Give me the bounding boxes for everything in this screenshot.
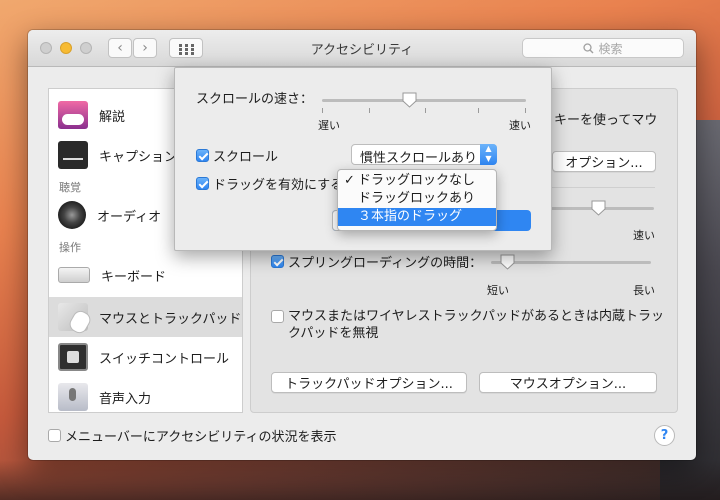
sidebar-item-keyboard[interactable]: キーボード [49, 255, 242, 295]
trackpad-options-button[interactable]: トラックパッドオプション... [271, 372, 467, 393]
menu-item-three-finger-drag[interactable]: ３本指のドラッグ [338, 208, 496, 226]
sidebar-item-switch-control[interactable]: スイッチコントロール [49, 337, 242, 377]
show-status-label: メニューバーにアクセシビリティの状況を表示 [65, 430, 337, 445]
drag-checkbox[interactable] [196, 177, 209, 190]
scroll-mode-popup[interactable]: 慣性スクロールあり ▲ ▼ [351, 144, 497, 166]
mouse-keys-label-partial: キーを使ってマウ [554, 113, 658, 128]
desktop-shadow [0, 460, 720, 500]
sidebar-item-label: 音声入力 [99, 391, 152, 407]
speed-slider-knob[interactable] [591, 200, 606, 216]
search-icon [583, 42, 594, 53]
drag-mode-menu: ✓ ドラッグロックなし ドラッグロックあり ３本指のドラッグ [337, 169, 497, 231]
scroll-speed-track[interactable] [322, 99, 526, 102]
drag-label: ドラッグを有効にする [213, 178, 344, 193]
sidebar-header-hearing: 聴覚 [59, 181, 81, 194]
scroll-checkbox[interactable] [196, 149, 209, 162]
slider-tick [425, 108, 426, 113]
spring-short-label: 短い [487, 284, 509, 297]
scroll-row: スクロール [196, 146, 278, 165]
search-field[interactable]: 検索 [522, 38, 684, 58]
ignore-trackpad-label: マウスまたはワイヤレストラックパッドがあるときは内蔵トラックパッドを無視 [288, 309, 664, 341]
show-status-checkbox[interactable] [48, 429, 61, 442]
menu-item-label: ３本指のドラッグ [358, 209, 463, 224]
drag-row: ドラッグを有効にする [196, 174, 343, 193]
sidebar-item-mouse-trackpad[interactable]: マウスとトラックパッド [49, 297, 242, 337]
spring-loading-label: スプリングローディングの時間： [288, 256, 483, 271]
mouse-options-button[interactable]: マウスオプション... [479, 372, 657, 393]
spring-loading-row: スプリングローディングの時間： [271, 252, 482, 271]
menu-item-label: ドラッグロックなし [358, 173, 476, 188]
sidebar-item-label: キーボード [101, 269, 167, 285]
slider-tick [478, 108, 479, 113]
scroll-label: スクロール [213, 150, 279, 165]
spring-loading-slider-knob[interactable] [500, 254, 515, 270]
help-icon: ? [660, 428, 669, 443]
help-button[interactable]: ? [654, 425, 675, 446]
sidebar-item-label: オーディオ [97, 209, 162, 225]
show-status-row: メニューバーにアクセシビリティの状況を表示 [48, 426, 336, 445]
slider-tick [322, 108, 323, 113]
keyboard-icon [58, 267, 90, 283]
updown-arrows-icon: ▲ ▼ [480, 144, 497, 165]
microphone-icon [58, 383, 88, 411]
spring-loading-track[interactable] [491, 261, 651, 264]
switch-control-icon [58, 343, 88, 371]
ignore-trackpad-checkbox[interactable] [271, 310, 284, 323]
checkmark-icon: ✓ [344, 173, 355, 188]
menu-item-no-drag-lock[interactable]: ✓ ドラッグロックなし [338, 172, 496, 190]
slider-tick [369, 108, 370, 113]
sidebar-item-label: スイッチコントロール [99, 351, 230, 367]
title-bar: ‹ › アクセシビリティ 検索 [28, 30, 696, 67]
menu-item-drag-lock[interactable]: ドラッグロックあり [338, 190, 496, 208]
slider-tick [525, 108, 526, 113]
mouse-trackpad-icon [58, 303, 94, 337]
options-button[interactable]: オプション... [552, 151, 656, 172]
menu-item-label: ドラッグロックあり [358, 191, 476, 206]
search-placeholder: 検索 [598, 41, 623, 56]
scroll-fast-label: 速い [509, 119, 531, 132]
speech-bubble-icon [58, 101, 88, 129]
captions-icon [58, 141, 88, 169]
spring-long-label: 長い [633, 284, 655, 297]
scroll-speed-label: スクロールの速さ： [196, 92, 314, 107]
sidebar-item-label: マウスとトラックパッド [99, 311, 242, 327]
spring-loading-checkbox[interactable] [271, 255, 284, 268]
ignore-trackpad-row: マウスまたはワイヤレストラックパッドがあるときは内蔵トラックパッドを無視 [271, 308, 666, 342]
speed-fast-label: 速い [633, 229, 655, 242]
sidebar-item-dictation[interactable]: 音声入力 [49, 377, 242, 412]
scroll-mode-value: 慣性スクロールあり [360, 151, 478, 166]
speaker-icon [58, 201, 86, 229]
scroll-slow-label: 遅い [318, 119, 340, 132]
sidebar-item-label: キャプション [99, 149, 178, 165]
scroll-speed-slider-knob[interactable] [402, 92, 417, 108]
sidebar-header-interaction: 操作 [59, 241, 81, 254]
sidebar-item-label: 解説 [99, 109, 126, 125]
